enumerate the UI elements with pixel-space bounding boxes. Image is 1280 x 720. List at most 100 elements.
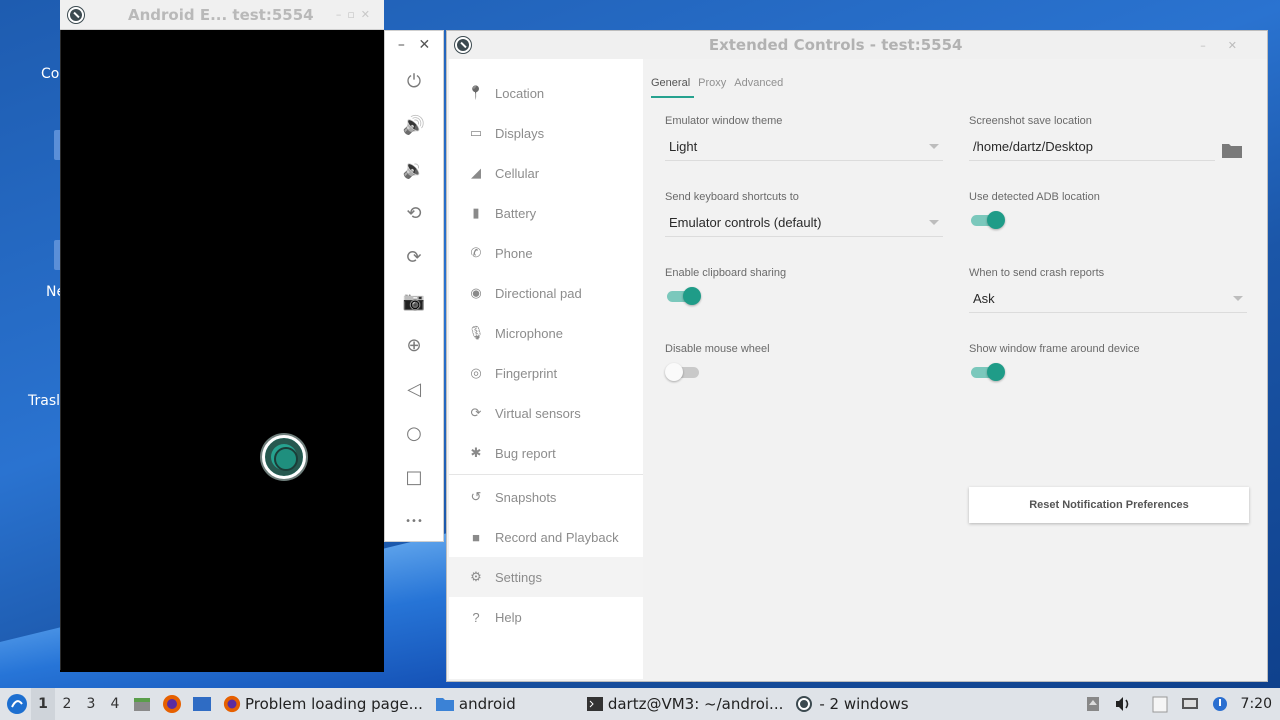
rotate-left-icon: ⟲ [406, 202, 422, 224]
workspace-4[interactable]: 4 [103, 688, 127, 720]
zoom-icon: ⊕ [406, 334, 422, 356]
window-controls-icon[interactable]: –▫✕ [336, 8, 376, 21]
mousewheel-label: Disable mouse wheel [665, 343, 770, 355]
extended-title: Extended Controls - test:5554 [708, 36, 963, 54]
rotate-left-button[interactable]: ⟲ [385, 191, 443, 235]
reset-notification-button[interactable]: Reset Notification Preferences [969, 487, 1249, 523]
task-label: android [458, 695, 516, 713]
emulator-titlebar[interactable]: Android E... test:5554 –▫✕ [60, 0, 384, 30]
task-firefox[interactable]: Problem loading page... [217, 688, 429, 720]
settings-tabs: General Proxy Advanced [651, 77, 791, 98]
volume-up-button[interactable]: 🔊 [385, 103, 443, 147]
nav-item-label: Displays [495, 125, 545, 141]
gear-icon: ⚙ [470, 569, 482, 584]
help-icon: ? [472, 609, 480, 625]
desktop-launcher-icon[interactable] [190, 692, 214, 716]
extended-titlebar[interactable]: Extended Controls - test:5554 –✕ [447, 31, 1267, 59]
file-manager-launcher-icon[interactable] [130, 692, 154, 716]
tab-general[interactable]: General [651, 77, 695, 98]
task-terminal[interactable]: dartz@VM3: ~/androi... [580, 688, 790, 720]
nav-item-phone[interactable]: ✆ Phone [449, 233, 643, 273]
clipboard-label: Enable clipboard sharing [665, 267, 787, 279]
nav-item-bug-report[interactable]: ✱ Bug report [449, 433, 643, 473]
clipboard-icon[interactable] [1148, 692, 1172, 716]
power-icon: ⏻ [406, 70, 422, 92]
frame-toggle[interactable] [969, 363, 1005, 381]
nav-item-snapshots[interactable]: ↺ Snapshots [449, 477, 643, 517]
nav-item-settings[interactable]: ⚙ Settings [449, 557, 643, 597]
back-button[interactable]: ◁ [385, 367, 443, 411]
close-button[interactable]: ✕ [418, 37, 430, 53]
volume-down-button[interactable]: 🔉 [385, 147, 443, 191]
desktop-icon-label: Co [41, 66, 60, 82]
chevron-down-icon [929, 144, 939, 149]
overview-button[interactable]: □ [385, 455, 443, 499]
theme-label: Emulator window theme [665, 115, 783, 127]
nav-item-label: Fingerprint [495, 365, 558, 381]
nav-item-label: Virtual sensors [495, 405, 581, 421]
rotate-right-button[interactable]: ⟳ [385, 235, 443, 279]
clock[interactable]: 7:20 [1235, 696, 1280, 712]
camera-button[interactable]: 📷 [385, 279, 443, 323]
tab-proxy[interactable]: Proxy [698, 77, 730, 98]
taskbar: 1 2 3 4 Problem loading page... android … [0, 688, 1280, 720]
chevron-down-icon [929, 220, 939, 225]
emulator-icon [796, 696, 813, 712]
folder-icon[interactable] [1221, 141, 1243, 159]
screenshot-path-field[interactable]: /home/dartz/Desktop [969, 139, 1215, 161]
workspace-3[interactable]: 3 [79, 688, 103, 720]
network-icon[interactable] [1178, 692, 1202, 716]
touch-indicator [262, 435, 306, 479]
folder-icon [435, 698, 454, 711]
start-menu-button[interactable] [3, 690, 31, 718]
window-controls-icon[interactable]: –✕ [1200, 39, 1259, 52]
clipboard-setting: Enable clipboard sharing [665, 267, 943, 305]
emulator-screen[interactable] [60, 30, 382, 670]
signal-icon: ◢ [471, 165, 481, 180]
adb-toggle[interactable] [969, 211, 1005, 229]
task-label: - 2 windows [819, 695, 909, 713]
zoom-button[interactable]: ⊕ [385, 323, 443, 367]
crash-label: When to send crash reports [969, 267, 1105, 279]
nav-item-record-and-playback[interactable]: ■ Record and Playback [449, 517, 643, 557]
frame-label: Show window frame around device [969, 343, 1140, 355]
nav-item-battery[interactable]: ▮ Battery [449, 193, 643, 233]
crash-dropdown[interactable]: Ask [969, 291, 1247, 313]
nav-item-directional-pad[interactable]: ◉ Directional pad [449, 273, 643, 313]
clipboard-toggle[interactable] [665, 287, 701, 305]
volume-icon[interactable] [1111, 692, 1135, 716]
minimize-button[interactable]: – [398, 37, 405, 53]
home-button[interactable]: ○ [385, 411, 443, 455]
theme-dropdown[interactable]: Light [665, 139, 943, 161]
task-file-manager[interactable]: android [429, 688, 522, 720]
nav-item-microphone[interactable]: 🎙 Microphone [449, 313, 643, 353]
crash-value: Ask [973, 291, 995, 306]
firefox-launcher-icon[interactable] [160, 692, 184, 716]
power-button[interactable]: ⏻ [385, 59, 443, 103]
nav-item-help[interactable]: ? Help [449, 597, 643, 637]
tab-advanced[interactable]: Advanced [734, 77, 787, 98]
theme-value: Light [669, 139, 698, 154]
fingerprint-icon: ◎ [470, 365, 482, 380]
nav-item-label: Bug report [495, 445, 556, 461]
shortcuts-dropdown[interactable]: Emulator controls (default) [665, 215, 943, 237]
back-icon: ◁ [407, 378, 421, 400]
task-label: dartz@VM3: ~/androi... [607, 695, 784, 713]
notification-icon[interactable] [1208, 692, 1232, 716]
nav-item-label: Settings [495, 569, 542, 585]
desktop-icon-label: Trasl [28, 393, 61, 409]
adb-label: Use detected ADB location [969, 191, 1100, 203]
nav-item-label: Battery [495, 205, 537, 221]
mousewheel-toggle[interactable] [665, 363, 701, 381]
nav-item-location[interactable]: 📍 Location [449, 73, 643, 113]
more-button[interactable]: ••• [385, 499, 443, 543]
nav-item-cellular[interactable]: ◢ Cellular [449, 153, 643, 193]
workspace-1[interactable]: 1 [31, 688, 55, 720]
eject-icon[interactable] [1081, 692, 1105, 716]
task-emulator[interactable]: - 2 windows [789, 688, 914, 720]
workspace-2[interactable]: 2 [55, 688, 79, 720]
nav-item-virtual-sensors[interactable]: ⟳ Virtual sensors [449, 393, 643, 433]
extended-logo-icon [455, 37, 471, 53]
nav-item-displays[interactable]: ▭ Displays [449, 113, 643, 153]
nav-item-fingerprint[interactable]: ◎ Fingerprint [449, 353, 643, 393]
